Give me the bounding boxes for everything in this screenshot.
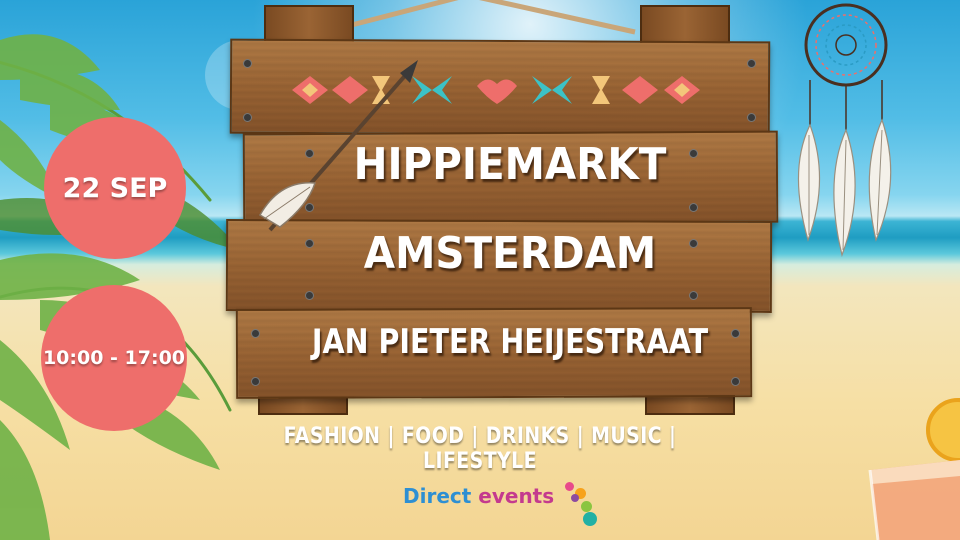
nail <box>732 378 739 385</box>
event-title-line1: HIPPIEMARKT <box>353 139 667 190</box>
event-poster: HIPPIEMARKT AMSTERDAM JAN PIETER HEIJEST… <box>0 0 960 540</box>
event-street: JAN PIETER HEIJESTRAAT <box>311 322 709 362</box>
sign-post <box>645 395 735 415</box>
direct-events-logo: Direct events <box>403 478 613 528</box>
nail <box>306 292 313 299</box>
nail <box>690 292 697 299</box>
logo-dot <box>565 482 574 491</box>
logo-dot <box>583 512 597 526</box>
event-time: 10:00 - 17:00 <box>42 347 186 369</box>
date-badge: 22 SEP <box>44 117 186 259</box>
time-badge: 10:00 - 17:00 <box>41 285 187 431</box>
nail <box>748 114 755 121</box>
sign-post <box>640 5 730 45</box>
logo-dot <box>571 494 579 502</box>
logo-wordmark: Direct events <box>403 484 554 508</box>
logo-word1: Direct <box>403 484 472 508</box>
logo-dot <box>581 501 592 512</box>
event-title-line2: AMSTERDAM <box>363 228 657 279</box>
event-tagline: FASHION | FOOD | DRINKS | MUSIC | LIFEST… <box>283 424 677 474</box>
drink-glass-icon <box>868 398 960 540</box>
nail <box>252 378 259 385</box>
nail <box>252 330 259 337</box>
nail <box>690 204 697 211</box>
dreamcatcher-icon <box>797 3 892 258</box>
logo-word2: events <box>478 484 555 508</box>
event-date: 22 SEP <box>62 172 168 204</box>
nail <box>748 60 755 67</box>
